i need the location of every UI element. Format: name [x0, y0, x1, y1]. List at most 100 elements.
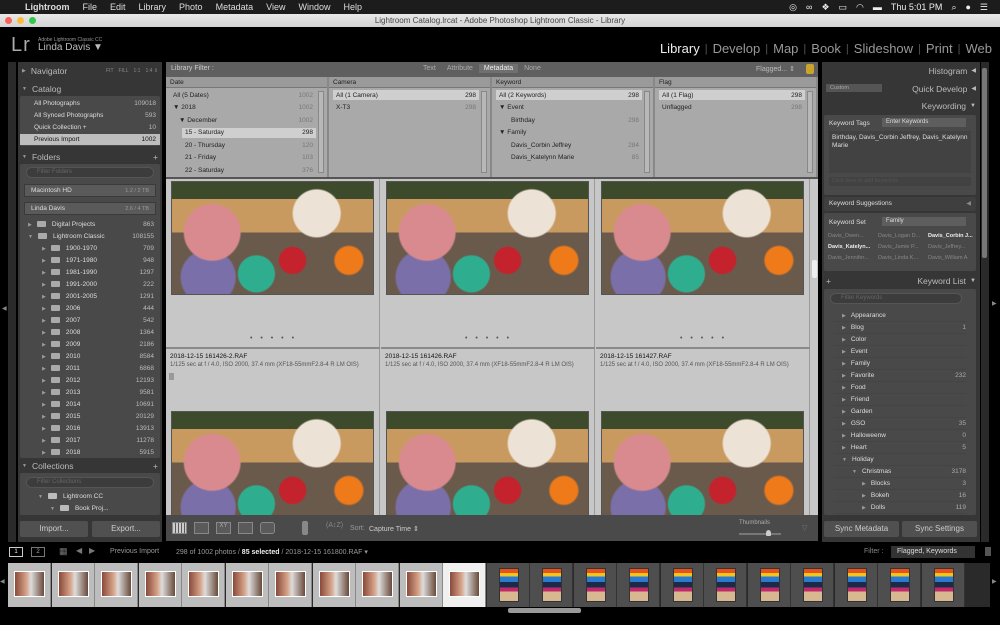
disclosure-arrow-icon[interactable]: ▶: [842, 361, 846, 367]
filmstrip-thumbnail[interactable]: [791, 563, 834, 607]
keyword-suggestion[interactable]: Davis_William A: [928, 255, 967, 261]
sync-metadata-button[interactable]: Sync Metadata: [824, 521, 899, 537]
filmstrip-thumbnail[interactable]: [443, 563, 486, 607]
folder-item[interactable]: ▶ 2016 13913: [20, 423, 160, 434]
keyword-list-item[interactable]: ▶ Favorite 232: [834, 370, 966, 382]
lock-icon[interactable]: [806, 64, 814, 74]
people-view-icon[interactable]: [260, 522, 275, 534]
grid-view-icon[interactable]: [172, 522, 187, 534]
folder-item[interactable]: ▶ 2006 444: [20, 303, 160, 314]
filter-row[interactable]: 20 - Thursday 120: [182, 140, 316, 150]
folder-item[interactable]: ▶ 2017 11278: [20, 435, 160, 446]
disclosure-arrow-icon[interactable]: ▶: [842, 409, 846, 415]
menu-window[interactable]: Window: [298, 2, 330, 12]
keyword-list-item[interactable]: ▶ Color: [834, 334, 966, 346]
filter-row[interactable]: 15 - Saturday 298: [182, 127, 316, 138]
filter-row[interactable]: All (1 Camera) 298: [333, 90, 479, 100]
sort-dropdown[interactable]: Capture Time ⇕: [369, 525, 419, 533]
user-menu[interactable]: Linda Davis ▼: [38, 42, 103, 53]
keyword-list-item[interactable]: ▶ Food: [834, 382, 966, 394]
filter-column-header[interactable]: Keyword: [492, 77, 653, 88]
folder-item[interactable]: ▶ 2014 10691: [20, 399, 160, 410]
keyword-suggestion[interactable]: Davis_Linda K...: [878, 255, 918, 261]
filter-row[interactable]: All (5 Dates) 1002: [170, 90, 316, 100]
keyword-list-item[interactable]: ▶ Dolls 119: [834, 502, 966, 514]
keyword-tags-textarea[interactable]: Birthday, Davis_Corbin Jeffrey, Davis_Ka…: [829, 131, 971, 173]
navigator-header[interactable]: ▶ Navigator FIT FILL 1:1 1:4 ⇕: [22, 64, 158, 77]
grid-cell[interactable]: • • • • • 2018-12-15 161427.RAF 1/125 sec …: [596, 179, 810, 515]
keyword-suggestion[interactable]: Davis_Jennifer...: [828, 255, 869, 261]
filmstrip-thumbnail[interactable]: [95, 563, 138, 607]
saved-preset-dropdown[interactable]: Custom: [826, 84, 882, 92]
disclosure-arrow-icon[interactable]: ▼: [50, 506, 55, 512]
menu-app[interactable]: Lightroom: [25, 2, 70, 12]
photo-thumbnail[interactable]: [171, 411, 374, 515]
catalog-item[interactable]: All Photographs 109018: [20, 98, 160, 109]
filmstrip-thumbnail[interactable]: [617, 563, 660, 607]
folder-item[interactable]: ▶ 2015 20129: [20, 411, 160, 422]
thumbnail-slider-handle[interactable]: [766, 530, 772, 536]
module-library[interactable]: Library: [660, 41, 700, 56]
folder-item[interactable]: ▶ 2008 1364: [20, 327, 160, 338]
zoom-window-button[interactable]: [29, 17, 36, 24]
disclosure-arrow-icon[interactable]: ▶: [42, 390, 46, 396]
secondary-window-button[interactable]: 2: [31, 547, 45, 557]
right-panel-scrollbar[interactable]: [981, 62, 989, 542]
disclosure-arrow-icon[interactable]: ▶: [862, 505, 866, 511]
creative-cloud-icon[interactable]: ∞: [806, 2, 812, 12]
keyword-list-item[interactable]: ▶ Blog 1: [834, 322, 966, 334]
keyword-suggestion[interactable]: Davis_Katelyn...: [828, 244, 870, 250]
zoom-fit[interactable]: FIT: [106, 68, 114, 74]
filter-column-header[interactable]: Date: [166, 77, 327, 88]
disclosure-arrow-icon[interactable]: ▶: [862, 481, 866, 487]
keyword-list-item[interactable]: ▼ Holiday: [834, 454, 966, 466]
filmstrip-scrollbar[interactable]: [508, 608, 581, 613]
clock[interactable]: Thu 5:01 PM: [891, 2, 943, 12]
disclosure-arrow-icon[interactable]: ▶: [42, 366, 46, 372]
disclosure-arrow-icon[interactable]: ▶: [42, 270, 46, 276]
disclosure-arrow-icon[interactable]: ▶: [42, 426, 46, 432]
filmstrip-thumbnail[interactable]: [182, 563, 225, 607]
keyword-list-item[interactable]: ▼ Christmas 3178: [834, 466, 966, 478]
keyword-list-item[interactable]: ▶ Blocks 3: [834, 478, 966, 490]
filter-row[interactable]: ▼ December 1002: [176, 115, 316, 125]
filmstrip-thumbnail[interactable]: [704, 563, 747, 607]
keyword-list-item[interactable]: ▶ Bokeh 16: [834, 490, 966, 502]
dropbox-icon[interactable]: ❖: [821, 2, 829, 13]
keywording-header[interactable]: Keywording ▼: [826, 99, 976, 112]
folder-item[interactable]: ▼ Lightroom Classic 108155: [20, 231, 160, 242]
photo-count-info[interactable]: 298 of 1002 photos / 85 selected / 2018-…: [176, 548, 368, 556]
filmstrip-thumbnail[interactable]: [573, 563, 617, 607]
keyword-list-item[interactable]: ▶ Appearance: [834, 310, 966, 322]
filter-row[interactable]: Unflagged 298: [659, 103, 805, 113]
filmstrip-thumbnail[interactable]: [747, 563, 791, 607]
disclosure-arrow-icon[interactable]: ▶: [42, 306, 46, 312]
disclosure-arrow-icon[interactable]: ▶: [862, 493, 866, 499]
filmstrip-thumbnail[interactable]: [225, 563, 269, 607]
filter-tab-metadata[interactable]: Metadata: [478, 64, 519, 73]
collections-header[interactable]: ▼ Collections +: [22, 459, 158, 472]
folder-item[interactable]: ▶ 1991-2000 222: [20, 279, 160, 290]
volume-header[interactable]: Linda Davis 2.6 / 4 TB: [24, 202, 156, 215]
rating-stars[interactable]: • • • • •: [250, 335, 297, 342]
volume-header[interactable]: Macintosh HD 1.2 / 2 TB: [24, 184, 156, 197]
add-keywords-input[interactable]: Click here to add keywords: [829, 177, 971, 186]
import-button[interactable]: Import...: [20, 521, 88, 537]
add-collection-button[interactable]: +: [153, 461, 158, 471]
filter-row[interactable]: 21 - Friday 103: [182, 153, 316, 163]
catalog-header[interactable]: ▼ Catalog: [22, 82, 158, 95]
menu-view[interactable]: View: [266, 2, 285, 12]
export-button[interactable]: Export...: [92, 521, 160, 537]
folders-header[interactable]: ▼ Folders +: [22, 150, 158, 163]
folder-item[interactable]: ▶ 2010 8584: [20, 351, 160, 362]
flag-icon[interactable]: [169, 373, 174, 380]
disclosure-arrow-icon[interactable]: ▼: [28, 234, 33, 240]
grid-view-icon[interactable]: ▦: [59, 546, 68, 557]
disclosure-arrow-icon[interactable]: ▶: [42, 258, 46, 264]
filmstrip-thumbnail[interactable]: [486, 563, 530, 607]
menu-file[interactable]: File: [83, 2, 98, 12]
survey-view-icon[interactable]: [238, 522, 253, 534]
filter-row[interactable]: 22 - Saturday 376: [182, 165, 316, 175]
module-slideshow[interactable]: Slideshow: [854, 41, 913, 56]
filter-tab-none[interactable]: None: [519, 64, 546, 73]
